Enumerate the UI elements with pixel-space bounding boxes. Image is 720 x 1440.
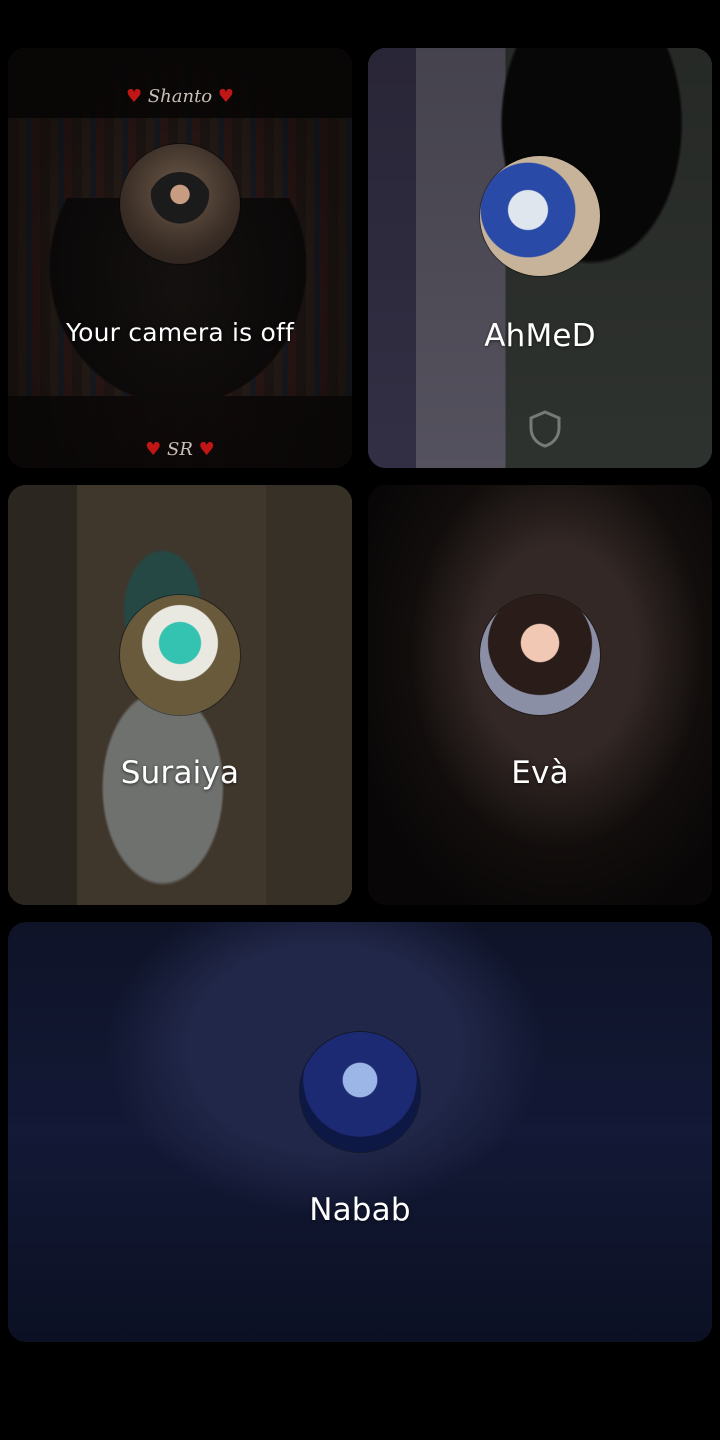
eva-avatar — [480, 595, 600, 715]
participant-tile-suraiya[interactable]: Suraiya — [8, 485, 352, 905]
participant-tile-ahmed[interactable]: AhMeD — [368, 48, 712, 468]
heart-icon: ♥ — [217, 86, 235, 107]
ahmed-avatar — [480, 156, 600, 276]
suraiya-avatar — [120, 595, 240, 715]
self-banner-bottom: ♥ SR ♥ — [145, 439, 215, 460]
self-avatar — [120, 144, 240, 264]
participant-tile-eva[interactable]: Evà — [368, 485, 712, 905]
heart-icon: ♥ — [198, 439, 215, 460]
self-banner-top: ♥ Shanto ♥ — [125, 86, 235, 107]
call-participant-grid: ♥ Shanto ♥ Your camera is off ♥ SR ♥ AhM… — [0, 0, 720, 1440]
participant-name: Evà — [511, 755, 569, 791]
participant-tile-nabab[interactable]: Nabab — [8, 922, 712, 1342]
participant-name: Nabab — [309, 1192, 411, 1228]
heart-icon: ♥ — [125, 86, 143, 107]
nabab-avatar — [300, 1032, 420, 1152]
self-camera-status: Your camera is off — [65, 318, 295, 347]
participant-name: AhMeD — [484, 318, 596, 354]
heart-icon: ♥ — [145, 439, 162, 460]
shield-icon — [529, 410, 561, 448]
participant-tile-self[interactable]: ♥ Shanto ♥ Your camera is off ♥ SR ♥ — [8, 48, 352, 468]
participant-name: Suraiya — [120, 755, 240, 791]
